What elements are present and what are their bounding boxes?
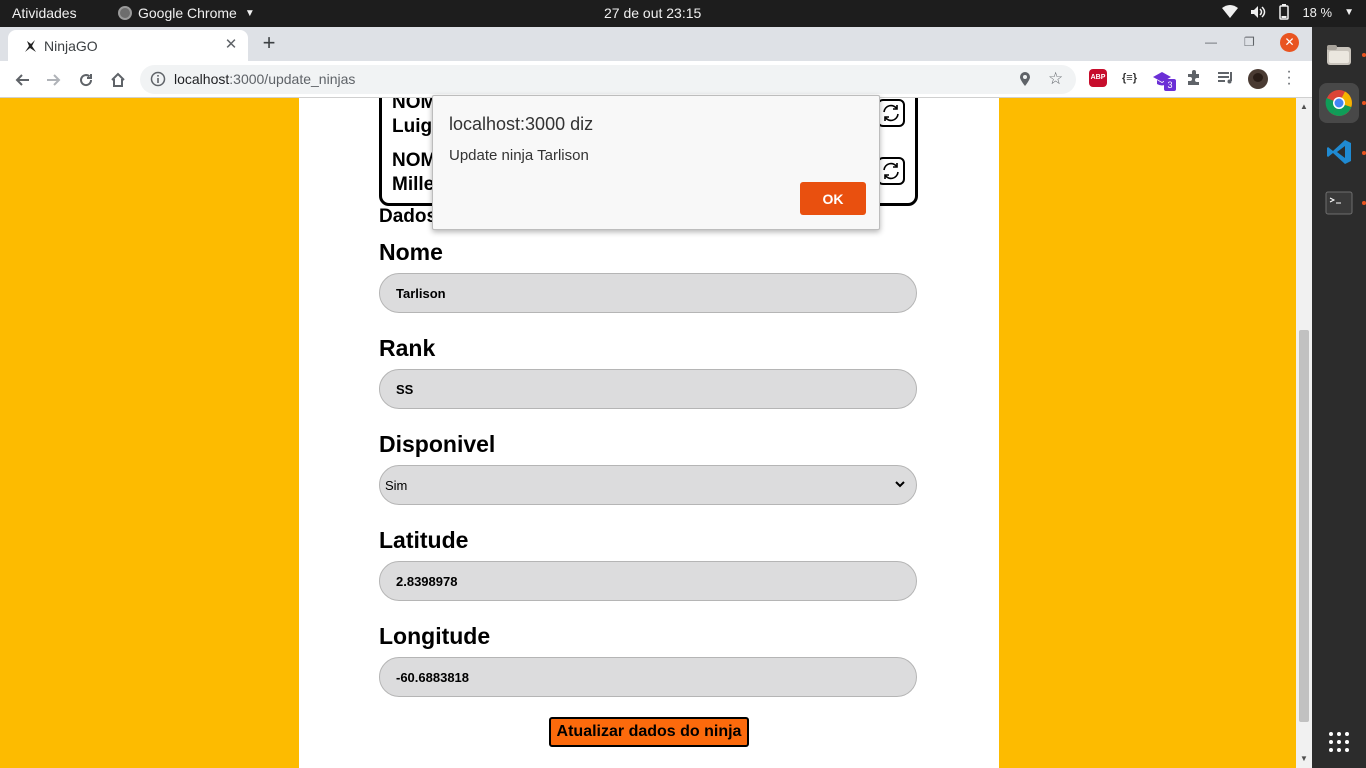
scroll-up-arrow-icon[interactable]: ▲ — [1300, 102, 1308, 111]
dock-running-indicator — [1362, 201, 1366, 205]
field-label-latitude: Latitude — [379, 527, 469, 553]
location-pin-icon[interactable] — [1018, 71, 1032, 92]
files-folder-icon — [1327, 45, 1351, 65]
dock-running-indicator — [1362, 151, 1366, 155]
wifi-icon — [1222, 5, 1239, 19]
ninja-item-name: Mille — [392, 174, 435, 195]
dock-vscode[interactable] — [1319, 132, 1359, 172]
alert-dialog: localhost:3000 diz Update ninja Tarlison… — [432, 95, 880, 230]
home-icon[interactable] — [106, 68, 130, 92]
refresh-icon[interactable] — [877, 99, 905, 127]
ninja-favicon-icon — [22, 38, 38, 54]
volume-icon — [1250, 5, 1266, 19]
ninja-item-name: Luig — [392, 116, 433, 137]
app-menu-label: Google Chrome — [138, 5, 237, 21]
ubuntu-dock — [1312, 27, 1366, 768]
show-applications-icon[interactable] — [1329, 732, 1349, 752]
activities-button[interactable]: Atividades — [12, 5, 77, 21]
ninja-item-label: NOM — [392, 150, 437, 171]
rank-input[interactable] — [379, 369, 917, 409]
graduation-hat-icon[interactable]: 3 — [1152, 69, 1176, 91]
longitude-input[interactable] — [379, 657, 917, 697]
battery-percent: 18 % — [1302, 4, 1333, 20]
chrome-icon — [1325, 90, 1352, 116]
dock-running-indicator — [1362, 101, 1366, 105]
back-arrow-icon[interactable] — [10, 68, 34, 92]
field-label-rank: Rank — [379, 335, 436, 361]
url-text: localhost:3000/update_ninjas — [174, 71, 355, 87]
restore-icon[interactable]: ❐ — [1244, 35, 1255, 49]
list-item: NOM Luig — [392, 98, 436, 139]
dialog-ok-button[interactable]: OK — [800, 182, 866, 215]
scroll-thumb[interactable] — [1299, 330, 1309, 722]
list-item: NOM Mille — [392, 149, 436, 197]
site-info-icon[interactable] — [150, 71, 166, 92]
disponivel-select[interactable]: Sim — [379, 465, 917, 505]
tab-ninjago[interactable]: NinjaGO ✕ — [8, 30, 248, 61]
system-top-bar: Atividades Google Chrome ▼ 27 de out 23:… — [0, 0, 1366, 27]
tab-strip: NinjaGO ✕ + — ❐ ✕ — [0, 27, 1312, 61]
disponivel-selected-value: Sim — [385, 478, 408, 493]
browser-toolbar: localhost:3000/update_ninjas ☆ ABP {≡} 3… — [0, 61, 1312, 98]
reload-icon[interactable] — [74, 68, 98, 92]
media-queue-icon[interactable] — [1217, 69, 1235, 92]
extension-badge: 3 — [1164, 79, 1176, 91]
scroll-down-arrow-icon[interactable]: ▼ — [1300, 754, 1308, 763]
battery-icon — [1278, 4, 1290, 20]
adblock-plus-icon[interactable]: ABP — [1089, 69, 1107, 87]
extensions-puzzle-icon[interactable] — [1185, 69, 1203, 92]
caret-down-icon: ▼ — [244, 7, 255, 19]
tab-close-icon[interactable]: ✕ — [222, 36, 240, 54]
dock-chrome[interactable] — [1319, 83, 1359, 123]
update-ninja-button[interactable]: Atualizar dados do ninja — [549, 717, 749, 747]
dock-files[interactable] — [1319, 35, 1359, 75]
field-label-nome: Nome — [379, 239, 443, 265]
field-label-disponivel: Disponivel — [379, 431, 496, 457]
window-close-icon[interactable]: ✕ — [1280, 33, 1299, 52]
dialog-message: Update ninja Tarlison — [449, 147, 589, 164]
profile-avatar[interactable] — [1248, 69, 1268, 89]
terminal-icon — [1325, 191, 1353, 215]
latitude-input[interactable] — [379, 561, 917, 601]
page-scrollbar[interactable]: ▲ ▼ — [1296, 98, 1312, 768]
chrome-menu-icon[interactable]: · · · — [1284, 64, 1294, 92]
system-menu-caret-icon: ▼ — [1344, 6, 1354, 18]
vscode-icon — [1327, 140, 1351, 164]
dock-terminal[interactable] — [1319, 183, 1359, 223]
chrome-app-icon — [118, 6, 132, 20]
app-menu[interactable]: Google Chrome ▼ — [118, 5, 255, 21]
bookmark-star-icon[interactable]: ☆ — [1048, 69, 1063, 89]
nome-input[interactable] — [379, 273, 917, 313]
dock-running-indicator — [1362, 53, 1366, 57]
forward-arrow-icon[interactable] — [42, 68, 66, 92]
ninja-item-label: NOM — [392, 98, 437, 113]
new-tab-button[interactable]: + — [258, 32, 280, 55]
json-viewer-icon[interactable]: {≡} — [1122, 72, 1137, 84]
url-path: :3000/update_ninjas — [229, 71, 356, 87]
system-tray[interactable]: 18 % ▼ — [1222, 4, 1354, 20]
field-label-longitude: Longitude — [379, 623, 491, 649]
chevron-down-icon — [894, 478, 906, 493]
address-bar[interactable]: localhost:3000/update_ninjas ☆ — [140, 65, 1076, 94]
dialog-title: localhost:3000 diz — [449, 114, 594, 134]
section-title: Dados — [379, 206, 438, 227]
refresh-icon[interactable] — [877, 157, 905, 185]
url-host: localhost — [174, 71, 230, 87]
tab-title: NinjaGO — [44, 38, 98, 54]
clock[interactable]: 27 de out 23:15 — [604, 5, 701, 21]
minimize-icon[interactable]: — — [1205, 35, 1217, 49]
